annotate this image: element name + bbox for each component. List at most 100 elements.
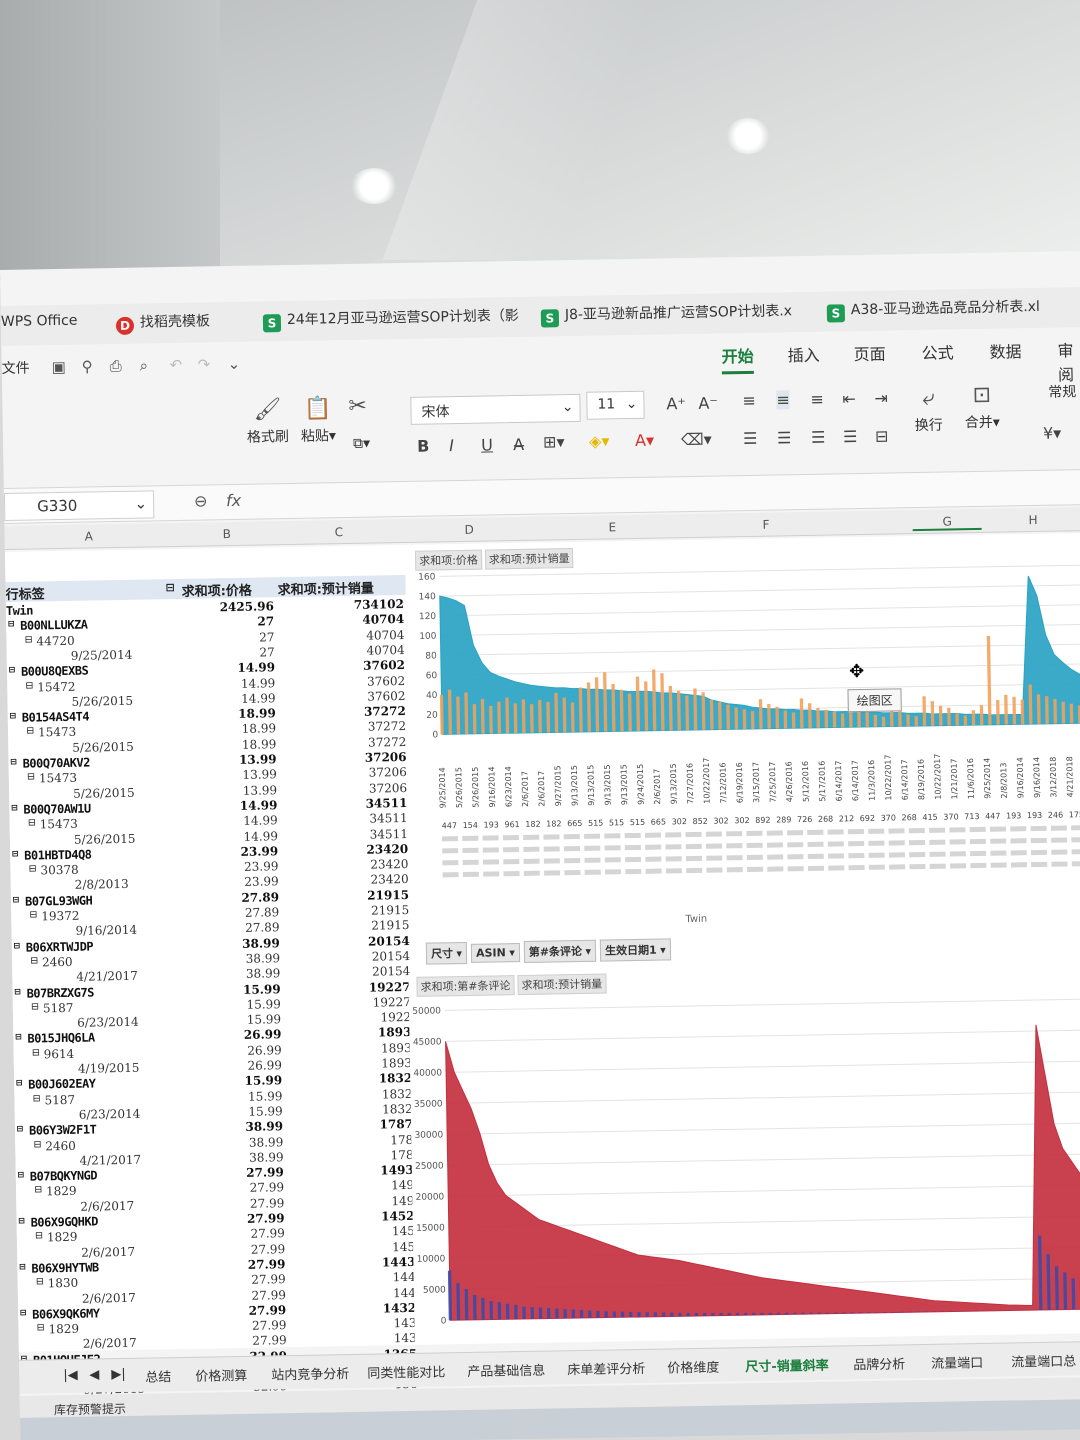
pivot-cell-price[interactable]: 15.99 <box>247 1012 282 1027</box>
collapse-icon[interactable]: ⊟ <box>14 940 20 951</box>
pivot-cell-sales[interactable]: 37206 <box>365 750 407 765</box>
filter-review[interactable]: 第#条评论 ▾ <box>523 939 597 963</box>
pivot-cell-sales[interactable]: 1893 <box>381 1056 412 1071</box>
name-box[interactable]: G330 ⌄ <box>3 490 155 521</box>
pivot-cell-sales[interactable]: 144 <box>393 1285 416 1299</box>
filter-size[interactable]: 尺寸 ▾ <box>425 941 468 965</box>
tab-competitor-analysis[interactable]: S A38-亚马逊选品竞品分析表.xl <box>826 296 1040 323</box>
pivot-cell-price[interactable]: 38.99 <box>249 1135 284 1150</box>
print-preview-icon[interactable]: ⌕ <box>140 356 149 374</box>
pivot-header-row-label[interactable]: 行标签 <box>5 583 45 603</box>
pivot-cell-sales[interactable]: 1443 <box>382 1255 416 1270</box>
collapse-icon[interactable]: ⊟ <box>32 1047 41 1058</box>
sheet-tab-size-sales-slope[interactable]: 尺寸-销量斜率 <box>745 1355 829 1375</box>
fill-color-icon[interactable]: ◈▾ <box>589 431 610 450</box>
pivot-cell-price[interactable]: 23.99 <box>244 859 279 874</box>
collapse-icon[interactable]: ⊟ <box>8 619 14 630</box>
sheet-tab-summary[interactable]: 总结 <box>145 1366 171 1385</box>
print-icon[interactable]: ⎙ <box>110 357 122 375</box>
collapse-icon[interactable]: ⊟ <box>12 849 18 860</box>
pivot-cell-sales[interactable]: 145 <box>392 1239 415 1253</box>
font-name-select[interactable]: 宋体 ⌄ <box>410 393 581 425</box>
border-icon[interactable]: ⊞▾ <box>543 432 565 451</box>
pivot-cell-price[interactable]: 15.99 <box>248 1089 283 1104</box>
pivot-cell-sales[interactable]: 21915 <box>367 888 409 903</box>
align-top-icon[interactable]: ≡ <box>742 391 756 410</box>
collapse-icon[interactable]: ⊟ <box>35 1231 44 1242</box>
pivot-cell-sales[interactable]: 1832 <box>382 1087 413 1102</box>
pivot-cell-price[interactable]: 27.99 <box>251 1242 286 1257</box>
pivot-cell-sales[interactable]: 23420 <box>370 857 408 872</box>
collapse-icon[interactable]: ⊟ <box>19 1262 25 1273</box>
underline-button[interactable]: U <box>481 435 493 454</box>
sheet-tab-price-dimension[interactable]: 价格维度 <box>667 1357 719 1377</box>
pivot-cell-price[interactable]: 27.99 <box>250 1181 285 1196</box>
pivot-cell-price[interactable]: 27.99 <box>250 1196 285 1211</box>
pivot-filter-icon[interactable]: ⊟ <box>165 581 174 594</box>
ribbon-tab-page[interactable]: 页面 <box>853 341 885 366</box>
indent-increase-icon[interactable]: ⇥ <box>874 389 888 408</box>
pivot-cell-sales[interactable]: 34511 <box>369 811 407 826</box>
pivot-cell-price[interactable]: 27.99 <box>250 1226 285 1241</box>
collapse-icon[interactable]: ⊟ <box>31 1001 40 1012</box>
pivot-cell-sales[interactable]: 1893 <box>378 1025 412 1040</box>
file-menu[interactable]: 文件 <box>2 357 30 377</box>
pivot-cell-sales[interactable]: 37206 <box>369 781 407 796</box>
clear-format-icon[interactable]: ⌫▾ <box>681 430 712 450</box>
pivot-cell-price[interactable]: 38.99 <box>242 936 280 951</box>
collapse-icon[interactable]: ⊟ <box>32 1093 41 1104</box>
font-size-select[interactable]: 11 ⌄ <box>586 390 645 420</box>
redo-icon[interactable]: ↷ <box>198 355 211 373</box>
pivot-cell-sales[interactable]: 21915 <box>371 903 409 918</box>
collapse-icon[interactable]: ⊟ <box>17 1124 23 1135</box>
collapse-icon[interactable]: ⊟ <box>28 818 37 829</box>
pivot-cell-price[interactable]: 14.99 <box>243 829 278 844</box>
distribute-icon[interactable]: ⊟ <box>875 427 889 446</box>
pivot-cell-sales[interactable]: 37602 <box>367 689 405 704</box>
collapse-icon[interactable]: ⊟ <box>10 757 16 768</box>
pivot-cell-sales[interactable]: 20154 <box>368 934 410 949</box>
collapse-icon[interactable]: ⊟ <box>36 1322 45 1333</box>
column-header-d[interactable]: D <box>464 523 473 537</box>
function-button[interactable]: fx <box>226 491 241 510</box>
collapse-icon[interactable]: ⊟ <box>36 1277 45 1288</box>
pivot-cell-sales[interactable]: 734102 <box>354 597 404 612</box>
sheet-tab-bad-reviews[interactable]: 床单差评分析 <box>567 1358 645 1378</box>
bold-button[interactable]: B <box>417 437 430 456</box>
pivot-cell-price[interactable]: 27.89 <box>245 921 280 936</box>
column-header-g[interactable]: G <box>912 513 982 532</box>
pivot-cell-price[interactable]: 2425.96 <box>220 599 275 614</box>
pivot-cell-sales[interactable]: 37272 <box>368 719 406 734</box>
pivot-cell-sales[interactable]: 1922 <box>380 1010 411 1025</box>
pivot-cell-sales[interactable]: 37602 <box>363 658 405 673</box>
column-header-b[interactable]: B <box>223 527 231 541</box>
sheet-tab-performance[interactable]: 同类性能对比 <box>367 1361 445 1381</box>
currency-button[interactable]: ¥▾ <box>1043 424 1062 443</box>
pivot-cell-sales[interactable]: 143 <box>393 1316 416 1330</box>
pivot-cell-price[interactable]: 27 <box>257 615 274 629</box>
pivot-cell-price[interactable]: 38.99 <box>246 966 281 981</box>
pivot-cell-price[interactable]: 14.99 <box>241 691 276 706</box>
pivot-cell-sales[interactable]: 40704 <box>366 643 404 658</box>
pivot-cell-sales[interactable]: 145 <box>392 1224 415 1238</box>
chart-reviews-sales[interactable]: 求和项:第#条评论 求和项:预计销量 50000 45000 40000 35000 30… <box>408 961 1080 1343</box>
pivot-cell-price[interactable]: 15.99 <box>246 997 281 1012</box>
pivot-cell-price[interactable]: 14.99 <box>237 660 275 675</box>
pivot-cell-sales[interactable]: 23420 <box>370 872 408 887</box>
pivot-cell-price[interactable]: 15.99 <box>243 982 281 997</box>
pivot-cell-sales[interactable]: 1432 <box>383 1301 417 1316</box>
pivot-cell-sales[interactable]: 40704 <box>366 628 404 643</box>
column-header-c[interactable]: C <box>335 525 344 539</box>
sheet-tab-traffic-port[interactable]: 流量端口 <box>931 1352 983 1372</box>
pivot-cell-price[interactable]: 27.99 <box>251 1288 286 1303</box>
tab-new-product-sop[interactable]: S J8-亚马逊新品推广运营SOP计划表.x <box>540 300 793 328</box>
undo-icon[interactable]: ↶ <box>170 356 183 374</box>
pivot-cell-sales[interactable]: 1787 <box>379 1117 413 1132</box>
pivot-cell-sales[interactable]: 1452 <box>381 1209 415 1224</box>
column-header-f[interactable]: F <box>762 518 769 532</box>
ribbon-tab-insert[interactable]: 插入 <box>787 342 819 367</box>
sheet-tab-product-info[interactable]: 产品基础信息 <box>467 1360 545 1380</box>
save-icon[interactable]: ▣ <box>52 358 66 376</box>
pivot-cell-sales[interactable]: 178 <box>390 1132 413 1146</box>
collapse-icon[interactable]: ⊟ <box>15 986 21 997</box>
